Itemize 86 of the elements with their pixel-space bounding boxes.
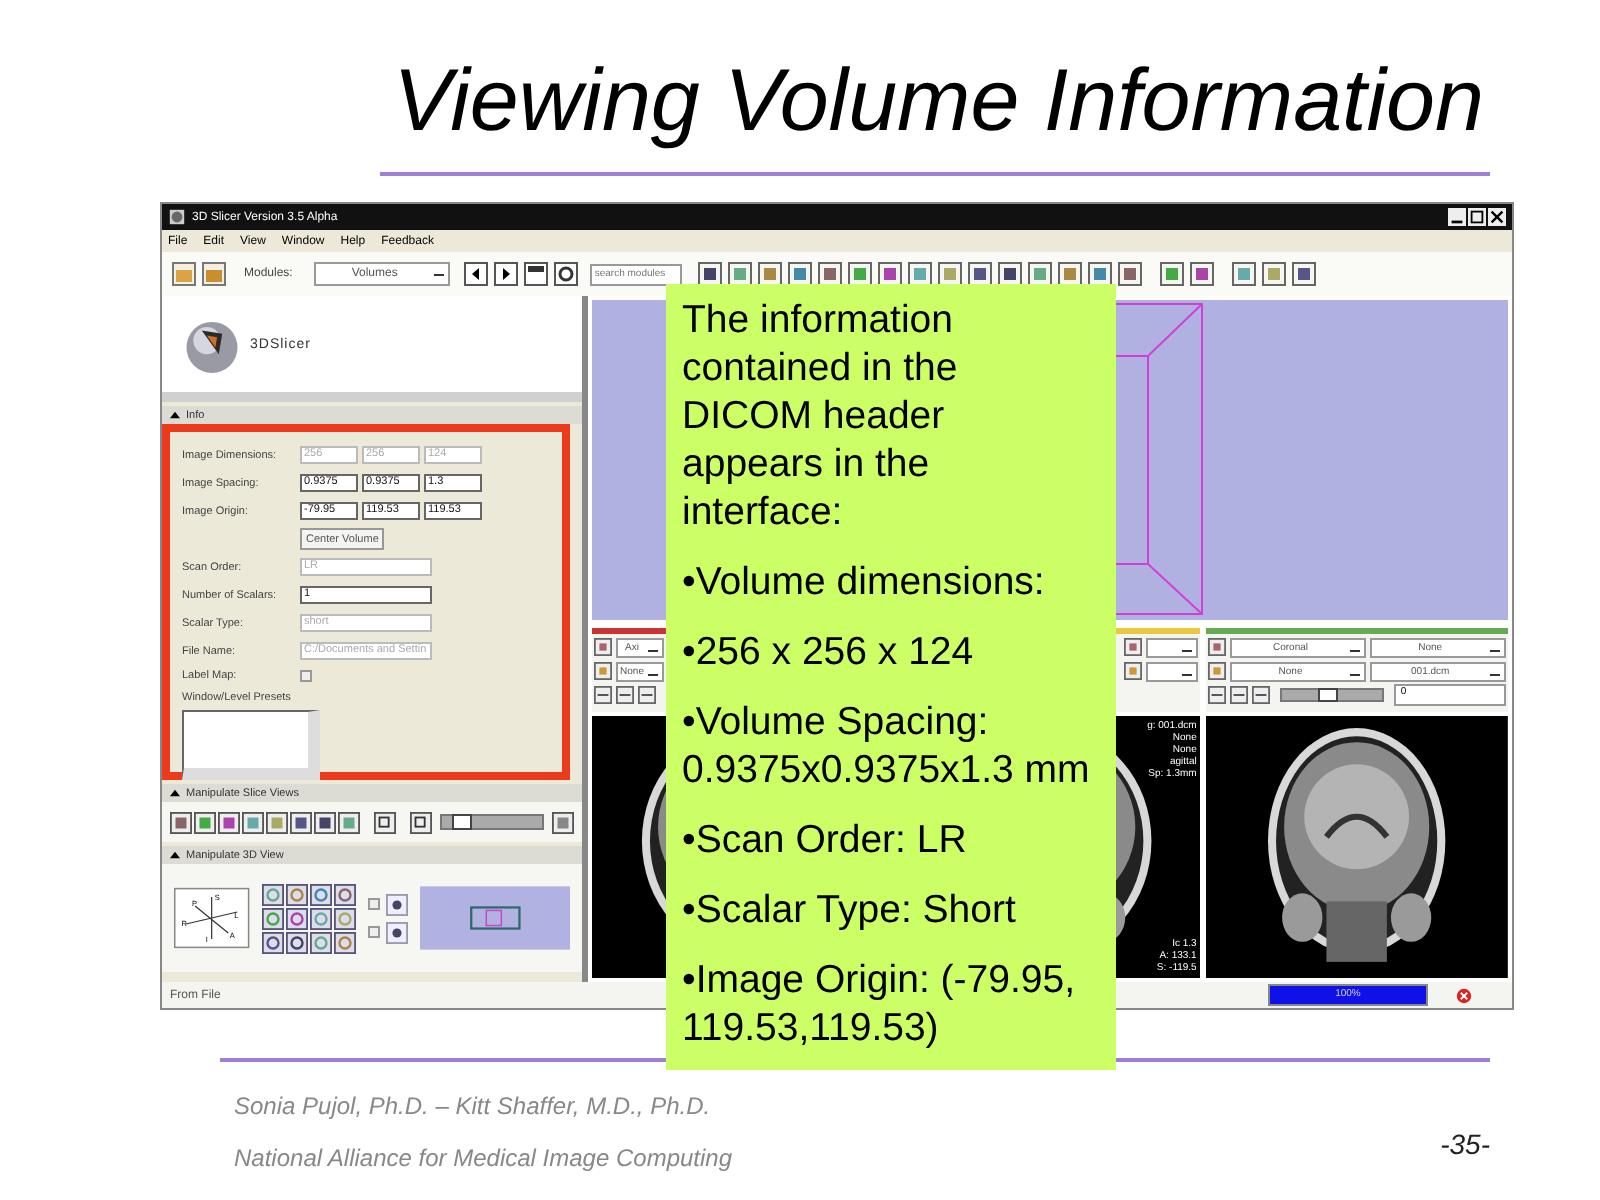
toolbar-button[interactable] xyxy=(788,262,813,286)
view-tool-button[interactable] xyxy=(285,883,308,905)
settings-button[interactable] xyxy=(554,262,579,286)
checkbox[interactable] xyxy=(367,926,380,938)
slice-tool-button[interactable] xyxy=(314,811,336,833)
forward-button[interactable] xyxy=(494,262,519,286)
view-tool-button[interactable] xyxy=(285,931,308,953)
window-layout-button[interactable] xyxy=(524,262,549,286)
view-tool-button[interactable] xyxy=(333,883,356,905)
toolbar-button[interactable] xyxy=(1292,262,1317,286)
toolbar-button[interactable] xyxy=(1088,262,1113,286)
slice-tool-button[interactable] xyxy=(170,811,192,833)
checkbox[interactable] xyxy=(300,670,312,682)
toolbar-button[interactable] xyxy=(1262,262,1287,286)
back-button[interactable] xyxy=(464,262,489,286)
view-tool-button[interactable] xyxy=(333,907,356,929)
slice-option-button[interactable] xyxy=(638,686,656,704)
slide-title: Viewing Volume Information xyxy=(391,50,1486,152)
slice-tool-button[interactable] xyxy=(338,811,360,833)
slice-option-button[interactable] xyxy=(1230,686,1249,704)
layer-dropdown[interactable] xyxy=(1146,661,1199,681)
toolbar-button[interactable] xyxy=(998,262,1023,286)
slice-tool-button[interactable] xyxy=(552,811,574,833)
slice-tool-button[interactable] xyxy=(194,811,216,833)
maximize-button[interactable] xyxy=(1468,208,1486,226)
caret-icon xyxy=(170,850,180,860)
footer-text: National Alliance for Medical Image Computing xyxy=(234,1144,733,1172)
layer-dropdown[interactable] xyxy=(1146,637,1199,657)
caret-icon xyxy=(170,410,180,420)
slider-thumb[interactable] xyxy=(1318,688,1339,702)
toolbar-button[interactable] xyxy=(728,262,753,286)
toolbar-button[interactable] xyxy=(698,262,723,286)
toolbar-button[interactable] xyxy=(1028,262,1053,286)
callout-text: •Image Origin: (-79.95, 119.53,119.53) xyxy=(682,956,1077,1052)
view-tool-button[interactable] xyxy=(261,907,284,929)
slice-tool-button[interactable] xyxy=(290,811,312,833)
callout-text: •Scalar Type: Short xyxy=(682,886,1018,934)
view-tool-button[interactable] xyxy=(309,907,332,929)
slider-thumb[interactable] xyxy=(451,814,472,830)
slider[interactable] xyxy=(440,814,544,830)
folder-button[interactable] xyxy=(202,262,226,286)
view-tool-button[interactable] xyxy=(385,893,408,915)
toolbar-button[interactable] xyxy=(878,262,903,286)
toolbar-button[interactable] xyxy=(1118,262,1143,286)
slice-option-button[interactable] xyxy=(616,686,634,704)
toolbar-button[interactable] xyxy=(1160,262,1185,286)
callout-text: •256 x 256 x 124 xyxy=(682,628,976,676)
slice-tool-button[interactable] xyxy=(242,811,264,833)
slice-option-button[interactable] xyxy=(1208,686,1227,704)
slice-option-button[interactable] xyxy=(594,686,612,704)
view-tool-button[interactable] xyxy=(309,931,332,953)
toolbar-button[interactable] xyxy=(968,262,993,286)
toolbar-button[interactable] xyxy=(938,262,963,286)
toolbar-button[interactable] xyxy=(818,262,843,286)
view-tool-button[interactable] xyxy=(285,907,308,929)
checkbox[interactable] xyxy=(367,898,380,910)
close-button[interactable] xyxy=(1488,208,1506,226)
app-icon xyxy=(168,208,186,226)
slice-tool-button[interactable] xyxy=(374,811,396,833)
toolbar-button[interactable] xyxy=(1190,262,1215,286)
callout-text: •Scan Order: LR xyxy=(682,816,969,864)
view-tool-button[interactable] xyxy=(261,883,284,905)
slider[interactable] xyxy=(1280,688,1385,702)
toolbar-button[interactable] xyxy=(1058,262,1083,286)
slice-tool-button[interactable] xyxy=(218,811,240,833)
toolbar-button[interactable] xyxy=(848,262,873,286)
stop-icon[interactable] xyxy=(1456,987,1472,1003)
footer-text: Sonia Pujol, Ph.D. – Kitt Shaffer, M.D., Ph.D. xyxy=(234,1092,713,1120)
page-number: -35- xyxy=(1440,1128,1490,1160)
toolbar-button[interactable] xyxy=(908,262,933,286)
caret-icon xyxy=(170,788,180,798)
list-box[interactable] xyxy=(182,710,320,780)
view-tool-button[interactable] xyxy=(333,931,356,953)
callout-text: •Volume dimensions: xyxy=(682,558,1047,606)
view-tool-button[interactable] xyxy=(385,921,408,943)
slice-tool-button[interactable] xyxy=(266,811,288,833)
slice-option-button[interactable] xyxy=(1252,686,1271,704)
minimize-button[interactable] xyxy=(1448,208,1466,226)
callout-text: •Volume Spacing: 0.9375x0.9375x1.3 mm xyxy=(682,698,1092,794)
toolbar-button[interactable] xyxy=(758,262,783,286)
view-tool-button[interactable] xyxy=(309,883,332,905)
view-tool-button[interactable] xyxy=(261,931,284,953)
callout-text: The information contained in the DICOM header appears in the interface: xyxy=(682,296,960,536)
toolbar-button[interactable] xyxy=(1232,262,1257,286)
slice-tool-button[interactable] xyxy=(410,811,432,833)
folder-button[interactable] xyxy=(172,262,196,286)
